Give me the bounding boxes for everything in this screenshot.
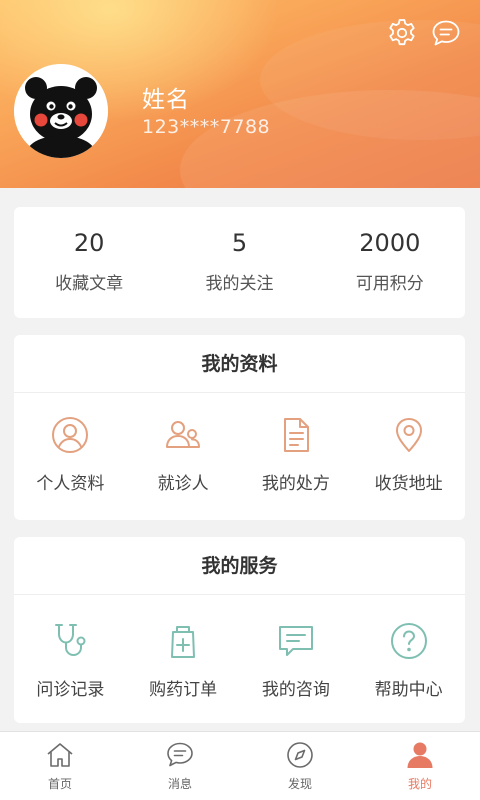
services-grid: 问诊记录 购药订单 我的咨询 帮助中心 (14, 595, 465, 700)
stethoscope-icon (55, 624, 86, 656)
nav-label: 发现 (287, 777, 312, 791)
stat-points[interactable]: 2000 可用积分 (315, 207, 465, 318)
stat-following[interactable]: 5 我的关注 (164, 207, 314, 318)
profile-grid: 个人资料 就诊人 我的处方 收货地址 (14, 393, 465, 494)
bear-avatar-image (14, 64, 108, 158)
message-bubble-icon (167, 742, 193, 767)
service-item-consultation-records[interactable]: 问诊记录 (14, 621, 127, 700)
grid-label: 我的咨询 (261, 680, 330, 700)
user-circle-icon (52, 417, 89, 453)
stat-value: 20 (73, 229, 105, 257)
my-services-card: 我的服务 问诊记录 购药订单 我的咨询 帮助中心 (14, 537, 465, 723)
settings-icon[interactable] (386, 17, 418, 49)
grid-label: 问诊记录 (36, 680, 105, 700)
grid-label: 收货地址 (374, 474, 443, 494)
section-title: 我的服务 (14, 537, 465, 595)
nav-home[interactable]: 首页 (0, 732, 120, 800)
grid-label: 我的处方 (261, 474, 330, 494)
user-phone: 123****7788 (142, 116, 271, 138)
nav-mine[interactable]: 我的 (360, 732, 480, 800)
nav-label: 首页 (47, 777, 72, 791)
nav-label: 我的 (407, 777, 432, 791)
bottom-nav: 首页 消息 发现 我的 (0, 731, 480, 800)
service-item-medicine-orders[interactable]: 购药订单 (127, 621, 240, 700)
profile-item-prescriptions[interactable]: 我的处方 (240, 415, 353, 494)
patients-icon (166, 421, 201, 448)
compass-icon (287, 742, 313, 768)
chat-box-icon (278, 626, 313, 656)
section-title: 我的资料 (14, 335, 465, 393)
nav-messages[interactable]: 消息 (120, 732, 240, 800)
medicine-bag-icon (171, 626, 196, 658)
stat-favorite-articles[interactable]: 20 收藏文章 (14, 207, 164, 318)
stats-card: 20 收藏文章 5 我的关注 2000 可用积分 (14, 207, 465, 318)
profile-header: 姓名 123****7788 (0, 0, 480, 188)
profile-item-personal-info[interactable]: 个人资料 (14, 415, 127, 494)
document-icon (283, 418, 309, 452)
nav-label: 消息 (167, 777, 192, 791)
home-icon (47, 743, 73, 767)
grid-label: 个人资料 (36, 474, 105, 494)
nav-discover[interactable]: 发现 (240, 732, 360, 800)
profile-item-patients[interactable]: 就诊人 (127, 415, 240, 494)
help-circle-icon (390, 623, 427, 659)
avatar[interactable] (14, 64, 108, 158)
stat-label: 我的关注 (205, 274, 274, 294)
my-profile-card: 我的资料 个人资料 就诊人 我的处方 收货地址 (14, 335, 465, 520)
person-icon (407, 742, 433, 768)
user-name: 姓名 (142, 87, 190, 113)
grid-label: 帮助中心 (374, 680, 443, 700)
grid-label: 就诊人 (157, 474, 209, 494)
grid-label: 购药订单 (149, 680, 218, 700)
stat-value: 2000 (359, 229, 421, 257)
stat-label: 可用积分 (355, 274, 424, 294)
service-item-help-center[interactable]: 帮助中心 (352, 621, 465, 700)
service-item-my-consultations[interactable]: 我的咨询 (240, 621, 353, 700)
profile-item-shipping-address[interactable]: 收货地址 (352, 415, 465, 494)
location-pin-icon (395, 418, 422, 452)
stat-value: 5 (231, 229, 248, 257)
stat-label: 收藏文章 (55, 274, 124, 294)
message-icon[interactable] (430, 17, 462, 49)
